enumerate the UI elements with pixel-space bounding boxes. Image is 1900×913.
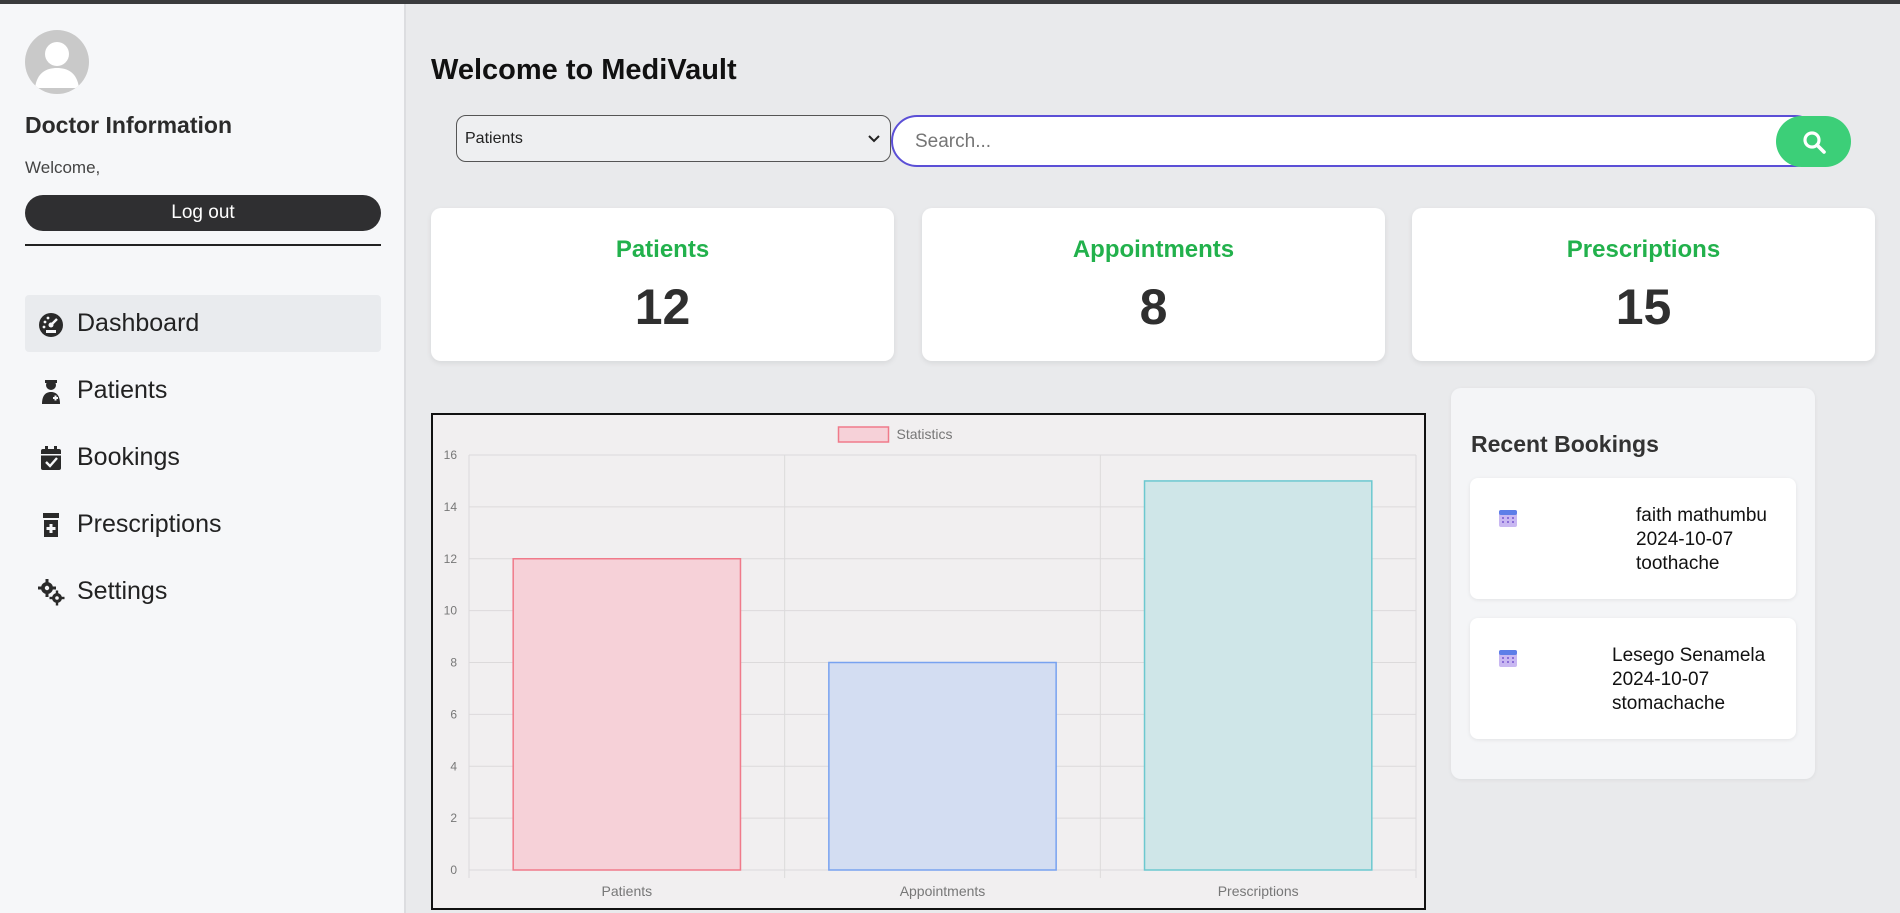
sidebar-item-prescriptions[interactable]: Prescriptions (25, 496, 381, 553)
sidebar-item-label: Bookings (77, 443, 180, 471)
y-tick-label: 6 (450, 707, 457, 721)
stat-value: 15 (1615, 279, 1672, 335)
gears-icon (38, 578, 65, 605)
logout-button[interactable]: Log out (25, 195, 381, 231)
sidebar-item-patients[interactable]: Patients (25, 362, 381, 419)
sidebar-divider (25, 244, 381, 246)
stat-value: 12 (634, 279, 691, 335)
y-tick-label: 4 (450, 759, 457, 773)
x-tick-label: Appointments (900, 883, 986, 899)
booking-reason: toothache (1636, 553, 1720, 574)
search-icon (1802, 130, 1826, 154)
sidebar-item-dashboard[interactable]: Dashboard (25, 295, 381, 352)
stat-card-appointments: Appointments 8 (922, 208, 1385, 361)
statistics-chart: 0 2 4 6 8 10 12 14 16 Patients Appointments Prescri… (431, 413, 1426, 910)
doctor-info-title: Doctor Information (25, 112, 232, 138)
y-tick-label: 2 (450, 811, 457, 825)
y-tick-label: 0 (450, 863, 457, 877)
booking-card[interactable]: faith mathumbu 2024-10-07 toothache (1470, 478, 1796, 599)
stat-card-patients: Patients 12 (431, 208, 894, 361)
sidebar: Doctor Information Welcome, Log out Dash… (0, 4, 406, 913)
category-select-value: Patients (465, 129, 523, 147)
booking-details: faith mathumbu 2024-10-07 toothache (1636, 504, 1767, 576)
x-tick-label: Prescriptions (1218, 883, 1299, 899)
y-tick-label: 16 (444, 448, 458, 462)
sidebar-item-label: Dashboard (77, 309, 200, 337)
stat-label: Appointments (1072, 236, 1235, 263)
booking-name: Lesego Senamela (1612, 645, 1766, 666)
booking-reason: stomachache (1612, 693, 1726, 714)
stat-label: Patients (615, 236, 710, 263)
sidebar-item-label: Settings (77, 577, 168, 605)
avatar (25, 30, 89, 94)
stat-value: 8 (1139, 279, 1168, 335)
booking-details: Lesego Senamela 2024-10-07 stomachache (1612, 644, 1765, 716)
y-tick-label: 10 (444, 604, 458, 618)
welcome-text: Welcome, (25, 158, 101, 177)
booking-card[interactable]: Lesego Senamela 2024-10-07 stomachache (1470, 618, 1796, 739)
prescription-bottle-icon (43, 512, 59, 537)
bar-patients (512, 558, 742, 871)
sidebar-item-label: Patients (77, 376, 168, 404)
calendar-check-icon (41, 445, 61, 470)
booking-name: faith mathumbu (1636, 505, 1767, 526)
recent-bookings-title: Recent Bookings (1471, 431, 1659, 457)
category-select[interactable]: Patients (456, 115, 891, 162)
sidebar-nav: Dashboard Patients Bookings Prescription… (25, 295, 381, 630)
stat-label: Prescriptions (1566, 236, 1721, 263)
legend-swatch (837, 426, 890, 443)
y-tick-label: 8 (450, 656, 457, 670)
sidebar-item-bookings[interactable]: Bookings (25, 429, 381, 486)
booking-date: 2024-10-07 (1612, 669, 1710, 690)
chart-canvas: 0 2 4 6 8 10 12 14 16 Patients Appointments Prescri… (444, 426, 1417, 899)
search-button[interactable] (1776, 116, 1851, 167)
bar-prescriptions (1143, 480, 1373, 871)
search-bar (891, 115, 1821, 167)
gauge-icon (39, 312, 63, 337)
page-title: Welcome to MediVault (431, 54, 737, 86)
recent-bookings-panel: Recent Bookings faith mathumbu 2024-10-0… (1451, 388, 1815, 779)
stat-card-prescriptions: Prescriptions 15 (1412, 208, 1875, 361)
booking-date: 2024-10-07 (1636, 529, 1734, 550)
chevron-down-icon (868, 134, 880, 142)
sidebar-item-label: Prescriptions (77, 510, 222, 538)
calendar-icon (1499, 510, 1517, 527)
legend-label: Statistics (897, 426, 953, 442)
y-tick-label: 14 (444, 500, 458, 514)
x-tick-label: Patients (602, 883, 653, 899)
search-input[interactable] (915, 127, 1755, 157)
calendar-icon (1499, 650, 1517, 667)
sidebar-item-settings[interactable]: Settings (25, 563, 381, 620)
user-doctor-icon (42, 379, 60, 404)
y-tick-label: 12 (444, 552, 458, 566)
bar-appointments (828, 661, 1057, 871)
